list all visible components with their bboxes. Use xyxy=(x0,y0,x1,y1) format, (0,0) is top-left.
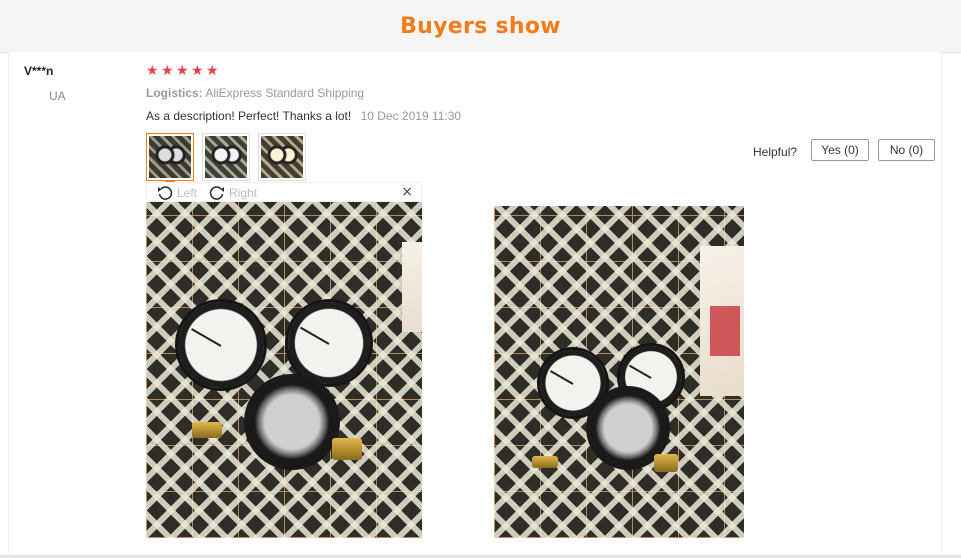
image-viewer-toolbar: Left Right × xyxy=(146,182,422,202)
brass-fitting xyxy=(532,456,558,468)
star-icon: ★ xyxy=(191,63,204,79)
rotate-left-label: Left xyxy=(177,186,198,200)
review-photo-small xyxy=(494,206,744,538)
pressure-gauge-left xyxy=(178,302,264,388)
reviewer-country: UA xyxy=(49,89,66,103)
helpful-no-button[interactable]: No (0) xyxy=(878,139,935,161)
thumbnail-image xyxy=(205,136,247,178)
reviewer-name: V***n xyxy=(24,64,54,78)
review-photo-large xyxy=(146,202,422,538)
logistics-label: Logistics: xyxy=(146,86,203,100)
review-thumbnails xyxy=(146,133,306,186)
thumbnail-1[interactable] xyxy=(146,133,194,186)
brass-fitting xyxy=(192,422,222,438)
review-content: As a description! Perfect! Thanks a lot!… xyxy=(146,109,461,123)
thumbnail-2[interactable] xyxy=(202,133,250,181)
banner-title: Buyers show xyxy=(400,14,561,39)
rotate-right-label: Right xyxy=(229,186,258,200)
star-icon: ★ xyxy=(146,63,159,79)
thumbnail-3[interactable] xyxy=(258,133,306,181)
rotate-right-button[interactable]: Right xyxy=(209,185,257,201)
brass-fitting xyxy=(332,438,362,460)
thumbnail-image xyxy=(149,136,191,178)
close-icon[interactable]: × xyxy=(401,184,413,200)
rotate-left-button[interactable]: Left xyxy=(157,185,197,201)
package-bag xyxy=(402,242,422,332)
star-icon: ★ xyxy=(161,63,174,79)
star-icon: ★ xyxy=(206,63,219,79)
thumbnail-image xyxy=(261,136,303,178)
logistics-value: AliExpress Standard Shipping xyxy=(205,86,365,100)
logistics-info: Logistics: AliExpress Standard Shipping xyxy=(146,86,364,100)
pressure-gauge-right xyxy=(288,302,370,384)
buyers-show-banner: Buyers show xyxy=(0,0,961,53)
review-text: As a description! Perfect! Thanks a lot! xyxy=(146,109,352,123)
helpful-yes-button[interactable]: Yes (0) xyxy=(811,139,869,161)
star-rating: ★ ★ ★ ★ ★ xyxy=(146,64,220,82)
brass-fitting xyxy=(654,454,678,472)
review-date: 10 Dec 2019 11:30 xyxy=(360,109,462,123)
package-label xyxy=(710,306,740,356)
helpful-label: Helpful? xyxy=(753,145,798,159)
star-icon: ★ xyxy=(176,63,189,79)
rotate-left-icon xyxy=(158,186,173,200)
regulator-body xyxy=(244,374,340,470)
rotate-right-icon xyxy=(209,186,224,200)
